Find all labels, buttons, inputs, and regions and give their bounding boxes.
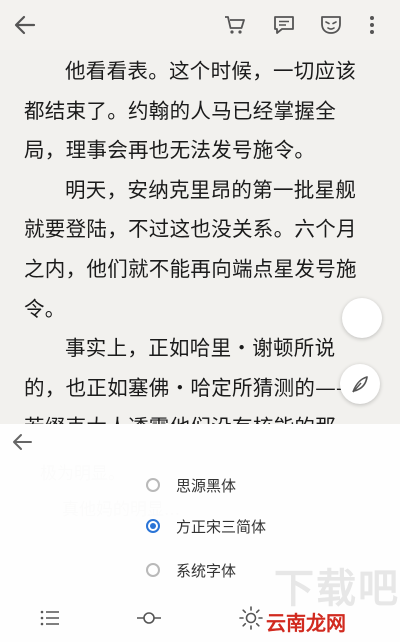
radio-button[interactable]: [146, 563, 160, 577]
font-option-label: 思源黑体: [176, 477, 237, 495]
more-vert-icon[interactable]: [364, 12, 380, 38]
font-option[interactable]: 系统字体: [140, 552, 320, 592]
top-bar: [0, 0, 400, 50]
radio-button-selected[interactable]: [146, 519, 160, 533]
bottom-toolbar: [0, 596, 400, 642]
back-arrow-icon[interactable]: [12, 12, 38, 38]
font-option[interactable]: 思源黑体: [140, 467, 320, 507]
font-option-label: 系统字体: [176, 562, 237, 580]
write-note-button[interactable]: [340, 364, 380, 404]
floating-button-partial[interactable]: [342, 298, 382, 338]
reader-content: 他看看表。这个时候，一切应该都结束了。约翰的人马已经掌握全局，理事会再也无法发号…: [0, 52, 400, 424]
comment-icon[interactable]: [271, 12, 297, 38]
progress-icon[interactable]: [136, 606, 162, 630]
brightness-icon[interactable]: [238, 605, 264, 631]
paragraph: 事实上，正如哈里・谢顿所说的，也正如塞佛・哈定所猜测的——若缀克大人透露他们没有…: [24, 336, 357, 424]
back-arrow-icon[interactable]: [10, 430, 34, 454]
list-icon[interactable]: [38, 606, 62, 630]
font-option[interactable]: 方正宋三简体: [140, 508, 320, 548]
font-option-label: 方正宋三简体: [176, 518, 267, 536]
paragraph: 明天，安纳克里昂的第一批星舰就要登陆，不过这也没关系。六个月之内，他们就不能再向…: [24, 177, 357, 321]
mask-icon[interactable]: [318, 12, 344, 38]
cart-icon[interactable]: [222, 12, 248, 38]
radio-button[interactable]: [146, 478, 160, 492]
feather-pen-icon: [349, 373, 371, 395]
paragraph: 他看看表。这个时候，一切应该都结束了。约翰的人马已经掌握全局，理事会再也无法发号…: [24, 59, 357, 163]
